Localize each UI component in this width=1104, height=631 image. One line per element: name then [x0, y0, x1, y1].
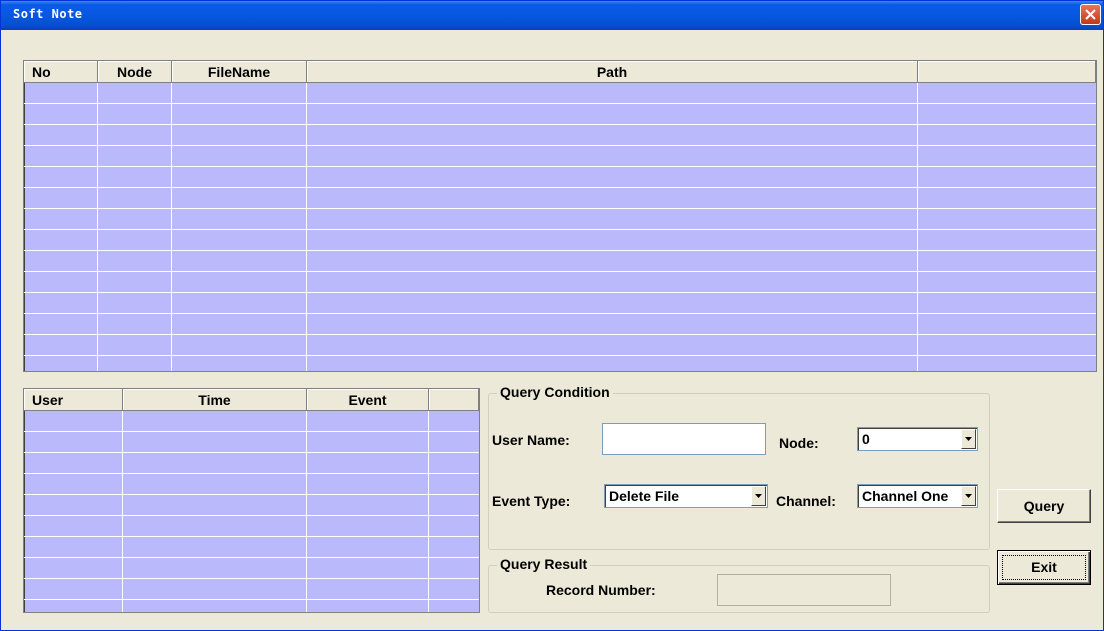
- chevron-down-icon: [755, 494, 762, 498]
- event-type-label: Event Type:: [492, 493, 571, 509]
- channel-dropdown-button[interactable]: [961, 486, 976, 506]
- column-header-path[interactable]: Path: [307, 61, 918, 83]
- record-number-label: Record Number:: [546, 582, 656, 598]
- event-type-select-value: Delete File: [609, 488, 680, 504]
- window-title: Soft Note: [13, 7, 83, 21]
- column-header-extra[interactable]: [918, 61, 1096, 83]
- channel-label: Channel:: [776, 493, 836, 509]
- query-condition-legend: Query Condition: [497, 384, 613, 400]
- column-header-time[interactable]: Time: [123, 389, 307, 411]
- focus-rect: [1002, 555, 1086, 580]
- file-table[interactable]: No Node FileName Path: [23, 60, 1097, 372]
- node-label: Node:: [779, 435, 819, 451]
- close-button[interactable]: [1080, 4, 1101, 25]
- channel-select-value: Channel One: [862, 488, 949, 504]
- node-select[interactable]: 0: [857, 427, 978, 451]
- event-type-select[interactable]: Delete File: [604, 484, 768, 508]
- title-bar[interactable]: Soft Note: [1, 1, 1103, 30]
- column-header-node[interactable]: Node: [98, 61, 172, 83]
- column-header-extra[interactable]: [429, 389, 479, 411]
- record-number-field: [717, 574, 891, 606]
- file-table-rows[interactable]: [24, 83, 1096, 371]
- event-table[interactable]: User Time Event: [23, 388, 480, 613]
- column-header-no[interactable]: No: [24, 61, 98, 83]
- user-name-label: User Name:: [492, 432, 570, 448]
- file-table-header: No Node FileName Path: [24, 61, 1096, 83]
- chevron-down-icon: [965, 494, 972, 498]
- event-type-dropdown-button[interactable]: [751, 486, 766, 506]
- event-table-header: User Time Event: [24, 389, 479, 411]
- node-dropdown-button[interactable]: [961, 429, 976, 449]
- channel-select[interactable]: Channel One: [857, 484, 978, 508]
- close-icon: [1085, 9, 1096, 20]
- query-condition-group: Query Condition: [488, 384, 990, 550]
- column-header-filename[interactable]: FileName: [172, 61, 307, 83]
- user-name-input[interactable]: [602, 423, 766, 455]
- node-select-value: 0: [862, 431, 870, 447]
- event-table-rows[interactable]: [24, 411, 479, 612]
- column-header-event[interactable]: Event: [307, 389, 429, 411]
- column-header-user[interactable]: User: [24, 389, 123, 411]
- soft-note-window: Soft Note No Node FileName Path User Tim…: [0, 0, 1104, 631]
- query-result-legend: Query Result: [497, 556, 591, 572]
- chevron-down-icon: [965, 437, 972, 441]
- exit-button[interactable]: Exit: [997, 550, 1091, 585]
- query-button[interactable]: Query: [997, 489, 1091, 523]
